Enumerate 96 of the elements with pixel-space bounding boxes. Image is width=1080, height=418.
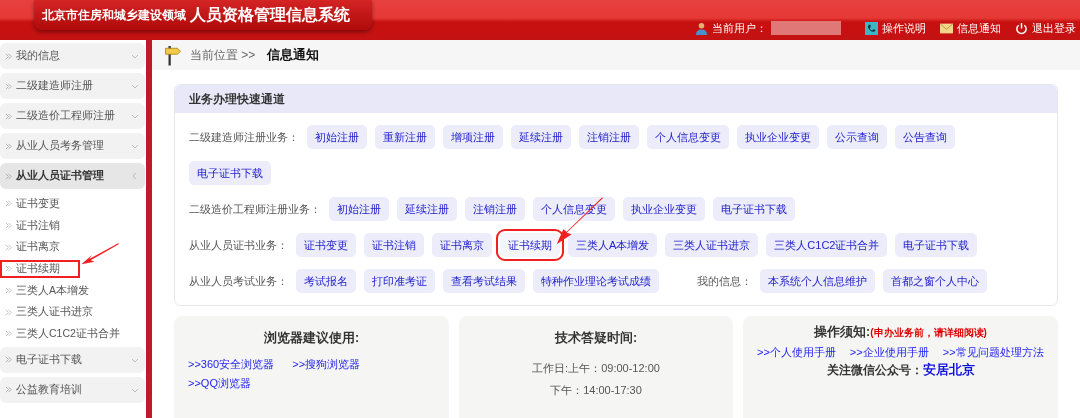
double-chevron-icon [5, 386, 12, 394]
quick-link-button[interactable]: 增项注册 [443, 125, 503, 149]
quick-link-button[interactable]: 初始注册 [329, 197, 389, 221]
manual-link[interactable]: >>企业使用手册 [849, 345, 929, 360]
browser-link[interactable]: >>QQ浏览器 [188, 376, 251, 391]
double-chevron-icon [5, 82, 12, 90]
double-chevron-icon [5, 308, 12, 316]
double-chevron-icon [5, 172, 12, 180]
sidebar-item[interactable]: 公益教育培训 [0, 376, 145, 403]
quick-link-button[interactable]: 个人信息变更 [647, 125, 729, 149]
card-title: 技术答疑时间: [553, 330, 639, 347]
page-title: 信息通知 [267, 46, 320, 64]
quick-link-button[interactable]: 公示查询 [827, 125, 887, 149]
double-chevron-icon [5, 112, 12, 120]
double-chevron-icon [5, 356, 12, 364]
sidebar-subitem[interactable]: 证书变更 [0, 195, 66, 213]
quick-link-button[interactable]: 延续注册 [511, 125, 571, 149]
quick-link-button[interactable]: 电子证书下载 [895, 233, 978, 257]
hours-text: 工作日:上午：09:00-12:00 [532, 361, 660, 376]
chevron-down-icon [131, 82, 139, 90]
wechat-label: 关注微信公众号： [826, 364, 923, 376]
system-subtitle: 北京市住房和城乡建设领域 [42, 6, 186, 24]
chevron-down-icon [131, 112, 139, 120]
redacted-username [771, 21, 841, 35]
header-link[interactable]: 退出登录 [1015, 20, 1076, 36]
quick-link-button[interactable]: 证书离京 [432, 233, 492, 257]
double-chevron-icon [5, 142, 12, 150]
signpost-icon [164, 44, 182, 66]
power-icon [1015, 21, 1028, 35]
quick-link-button[interactable]: 三类人证书进京 [665, 233, 759, 257]
quick-link-button[interactable]: 执业企业变更 [623, 197, 705, 221]
sidebar-subitem[interactable]: 三类人证书进京 [0, 303, 99, 322]
sidebar-subitem[interactable]: 证书续期 [0, 260, 80, 278]
wechat-link[interactable]: 安居北京 [922, 363, 975, 377]
card-title: 操作须知: [814, 325, 871, 339]
sidebar-item[interactable]: 电子证书下载 [0, 346, 145, 373]
sidebar-item[interactable]: 从业人员证书管理 [0, 163, 145, 189]
panel-title: 业务办理快速通道 [175, 85, 1057, 113]
quick-link-button[interactable]: 三类人A本增发 [568, 233, 658, 257]
quick-link-button[interactable]: 证书变更 [296, 233, 356, 257]
hours-text: 下午：14:00-17:30 [550, 383, 642, 398]
user-icon [695, 21, 708, 35]
group-label: 二级造价工程师注册业务： [189, 201, 321, 217]
quick-link-button[interactable]: 注销注册 [579, 125, 639, 149]
card-title: 浏览器建议使用: [262, 330, 361, 347]
group-label: 我的信息： [697, 273, 752, 289]
double-chevron-icon [5, 287, 12, 295]
quick-link-button[interactable]: 延续注册 [397, 197, 457, 221]
sidebar-item[interactable]: 我的信息 [0, 43, 145, 69]
chevron-down-icon [131, 142, 139, 150]
browser-link[interactable]: >>360安全浏览器 [188, 357, 275, 372]
double-chevron-icon [5, 200, 12, 208]
quick-link-button[interactable]: 三类人C1C2证书合并 [766, 233, 888, 257]
chevron-down-icon [131, 52, 139, 60]
sidebar-item[interactable]: 从业人员考务管理 [0, 133, 145, 159]
quick-link-button[interactable]: 证书注销 [364, 233, 424, 257]
notice-note: (申办业务前，请详细阅读) [870, 327, 987, 338]
quick-link-button[interactable]: 考试报名 [296, 269, 356, 293]
group-label: 二级建造师注册业务： [189, 129, 299, 145]
sidebar-item[interactable]: 二级造价工程师注册 [0, 103, 145, 129]
sidebar-subitem[interactable]: 三类人C1C2证书合并 [0, 325, 126, 343]
phone-icon [865, 21, 878, 35]
envelope-icon [940, 21, 953, 35]
quick-link-button[interactable]: 注销注册 [465, 197, 525, 221]
manual-link[interactable]: >>常见问题处理方法 [942, 345, 1044, 360]
system-title: 人员资格管理信息系统 [190, 4, 350, 25]
quick-link-button[interactable]: 打印准考证 [364, 269, 435, 293]
manual-link[interactable]: >>个人使用手册 [757, 345, 836, 360]
double-chevron-icon [5, 222, 12, 230]
quick-link-button[interactable]: 公告查询 [895, 125, 955, 149]
sidebar-subitem[interactable]: 证书离京 [0, 238, 66, 257]
browser-link[interactable]: >>搜狗浏览器 [292, 357, 361, 372]
double-chevron-icon [5, 243, 12, 251]
quick-link-button[interactable]: 首都之窗个人中心 [883, 269, 987, 293]
group-label: 从业人员考试业务： [189, 273, 288, 289]
sidebar-subitem[interactable]: 三类人A本增发 [0, 281, 95, 300]
quick-link-button[interactable]: 本系统个人信息维护 [760, 269, 875, 293]
quick-link-button[interactable]: 电子证书下载 [713, 197, 795, 221]
header-link[interactable]: 操作说明 [865, 20, 926, 36]
group-label: 从业人员证书业务： [189, 237, 288, 253]
double-chevron-icon [5, 52, 12, 60]
quick-link-button[interactable]: 初始注册 [307, 125, 367, 149]
double-chevron-icon [5, 265, 12, 273]
quick-link-button[interactable]: 执业企业变更 [737, 125, 819, 149]
double-chevron-icon [5, 330, 12, 338]
splitter-bar[interactable] [146, 40, 152, 418]
sidebar-item[interactable]: 二级建造师注册 [0, 73, 145, 99]
sidebar-subitem[interactable]: 证书注销 [0, 216, 66, 235]
quick-link-button[interactable]: 重新注册 [375, 125, 435, 149]
chevron-left-icon [131, 172, 139, 180]
quick-link-button[interactable]: 特种作业理论考试成绩 [533, 269, 659, 293]
header-link[interactable]: 信息通知 [940, 20, 1001, 36]
current-user-label: 当前用户： [712, 20, 767, 36]
quick-link-button[interactable]: 查看考试结果 [443, 269, 525, 293]
breadcrumb-label: 当前位置 >> [190, 46, 256, 64]
quick-link-button[interactable]: 电子证书下载 [189, 161, 271, 185]
